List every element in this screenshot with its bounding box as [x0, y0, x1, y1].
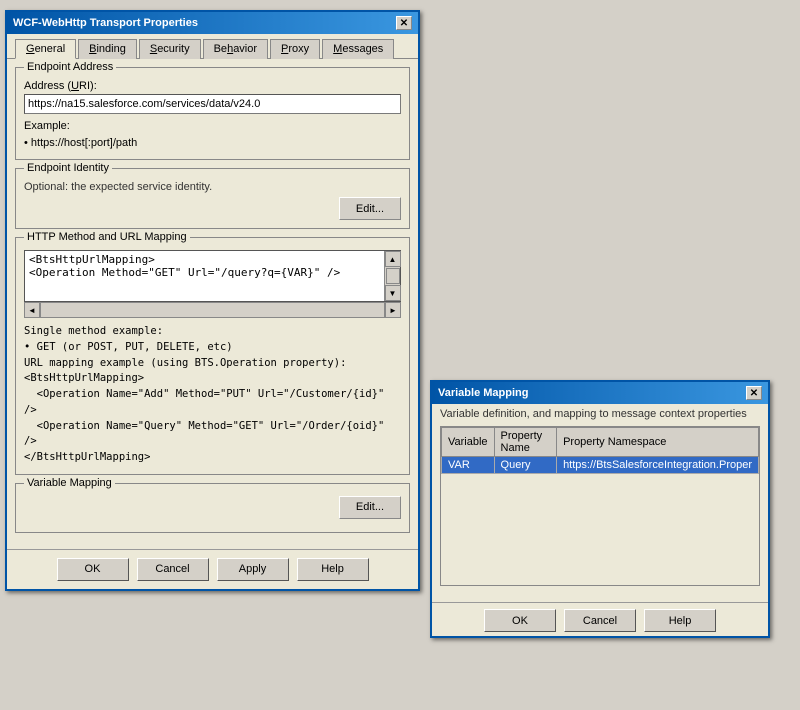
cell-property-namespace: https://BtsSalesforceIntegration.Proper	[557, 457, 759, 474]
url-mapping-textarea[interactable]: <BtsHttpUrlMapping> <Operation Method="G…	[25, 251, 384, 301]
scroll-right-arrow[interactable]: ►	[385, 302, 401, 318]
http-method-group: HTTP Method and URL Mapping <BtsHttpUrlM…	[15, 237, 410, 475]
endpoint-identity-group: Endpoint Identity Optional: the expected…	[15, 168, 410, 229]
endpoint-identity-label: Endpoint Identity	[24, 162, 112, 174]
variable-mapping-label: Variable Mapping	[24, 477, 115, 489]
main-title-bar: WCF-WebHttp Transport Properties ✕	[7, 12, 418, 34]
endpoint-identity-description: Optional: the expected service identity.	[24, 181, 401, 193]
tab-messages[interactable]: Messages	[322, 39, 394, 59]
scroll-left-arrow[interactable]: ◄	[24, 302, 40, 318]
var-mapping-dialog: Variable Mapping ✕ Variable definition, …	[430, 380, 770, 638]
address-example: Example: • https://host[:port]/path	[24, 118, 401, 151]
var-ok-button[interactable]: OK	[484, 609, 556, 632]
tab-behavior[interactable]: Behavior	[203, 39, 268, 59]
endpoint-address-label: Endpoint Address	[24, 61, 116, 73]
main-dialog: WCF-WebHttp Transport Properties ✕ Gener…	[5, 10, 420, 591]
http-method-label: HTTP Method and URL Mapping	[24, 231, 190, 243]
tab-binding[interactable]: Binding	[78, 39, 137, 59]
var-close-button[interactable]: ✕	[746, 386, 762, 400]
var-help-button[interactable]: Help	[644, 609, 716, 632]
cancel-button[interactable]: Cancel	[137, 558, 209, 581]
col-property-name: Property Name	[494, 428, 557, 457]
tab-general[interactable]: General	[15, 39, 76, 59]
main-dialog-buttons: OK Cancel Apply Help	[7, 549, 418, 589]
table-row[interactable]: VAR Query https://BtsSalesforceIntegrati…	[442, 457, 759, 474]
tab-security[interactable]: Security	[139, 39, 201, 59]
var-subtitle: Variable definition, and mapping to mess…	[440, 408, 760, 420]
url-mapping-scrollbar[interactable]: ▲ ▼	[384, 251, 400, 301]
var-title-bar: Variable Mapping ✕	[432, 382, 768, 404]
var-cancel-button[interactable]: Cancel	[564, 609, 636, 632]
endpoint-address-group: Endpoint Address Address (URI): Example:…	[15, 67, 410, 160]
endpoint-identity-edit-button[interactable]: Edit...	[339, 197, 401, 220]
ok-button[interactable]: OK	[57, 558, 129, 581]
variable-mapping-group: Variable Mapping Edit...	[15, 483, 410, 533]
scroll-horiz-track	[40, 302, 385, 318]
apply-button[interactable]: Apply	[217, 558, 289, 581]
single-method-example: Single method example: • GET (or POST, P…	[24, 324, 401, 466]
variable-mapping-edit-button[interactable]: Edit...	[339, 496, 401, 519]
var-dialog-title: Variable Mapping	[438, 387, 528, 399]
var-dialog-buttons: OK Cancel Help	[432, 602, 768, 636]
var-table: Variable Property Name Property Namespac…	[441, 427, 759, 474]
cell-property-name: Query	[494, 457, 557, 474]
dialog-content: Endpoint Address Address (URI): Example:…	[7, 59, 418, 549]
tab-proxy[interactable]: Proxy	[270, 39, 320, 59]
cell-variable: VAR	[442, 457, 495, 474]
var-table-container: Variable Property Name Property Namespac…	[440, 426, 760, 586]
address-uri-label: Address (URI):	[24, 80, 401, 92]
col-variable: Variable	[442, 428, 495, 457]
scroll-up-arrow[interactable]: ▲	[385, 251, 401, 267]
scroll-down-arrow[interactable]: ▼	[385, 285, 401, 301]
main-close-button[interactable]: ✕	[396, 16, 412, 30]
help-button[interactable]: Help	[297, 558, 369, 581]
col-property-namespace: Property Namespace	[557, 428, 759, 457]
address-input[interactable]	[24, 94, 401, 114]
var-dialog-content: Variable definition, and mapping to mess…	[432, 404, 768, 602]
tab-bar: General Binding Security Behavior Proxy …	[7, 34, 418, 59]
scroll-thumb[interactable]	[386, 268, 400, 284]
main-dialog-title: WCF-WebHttp Transport Properties	[13, 17, 198, 29]
